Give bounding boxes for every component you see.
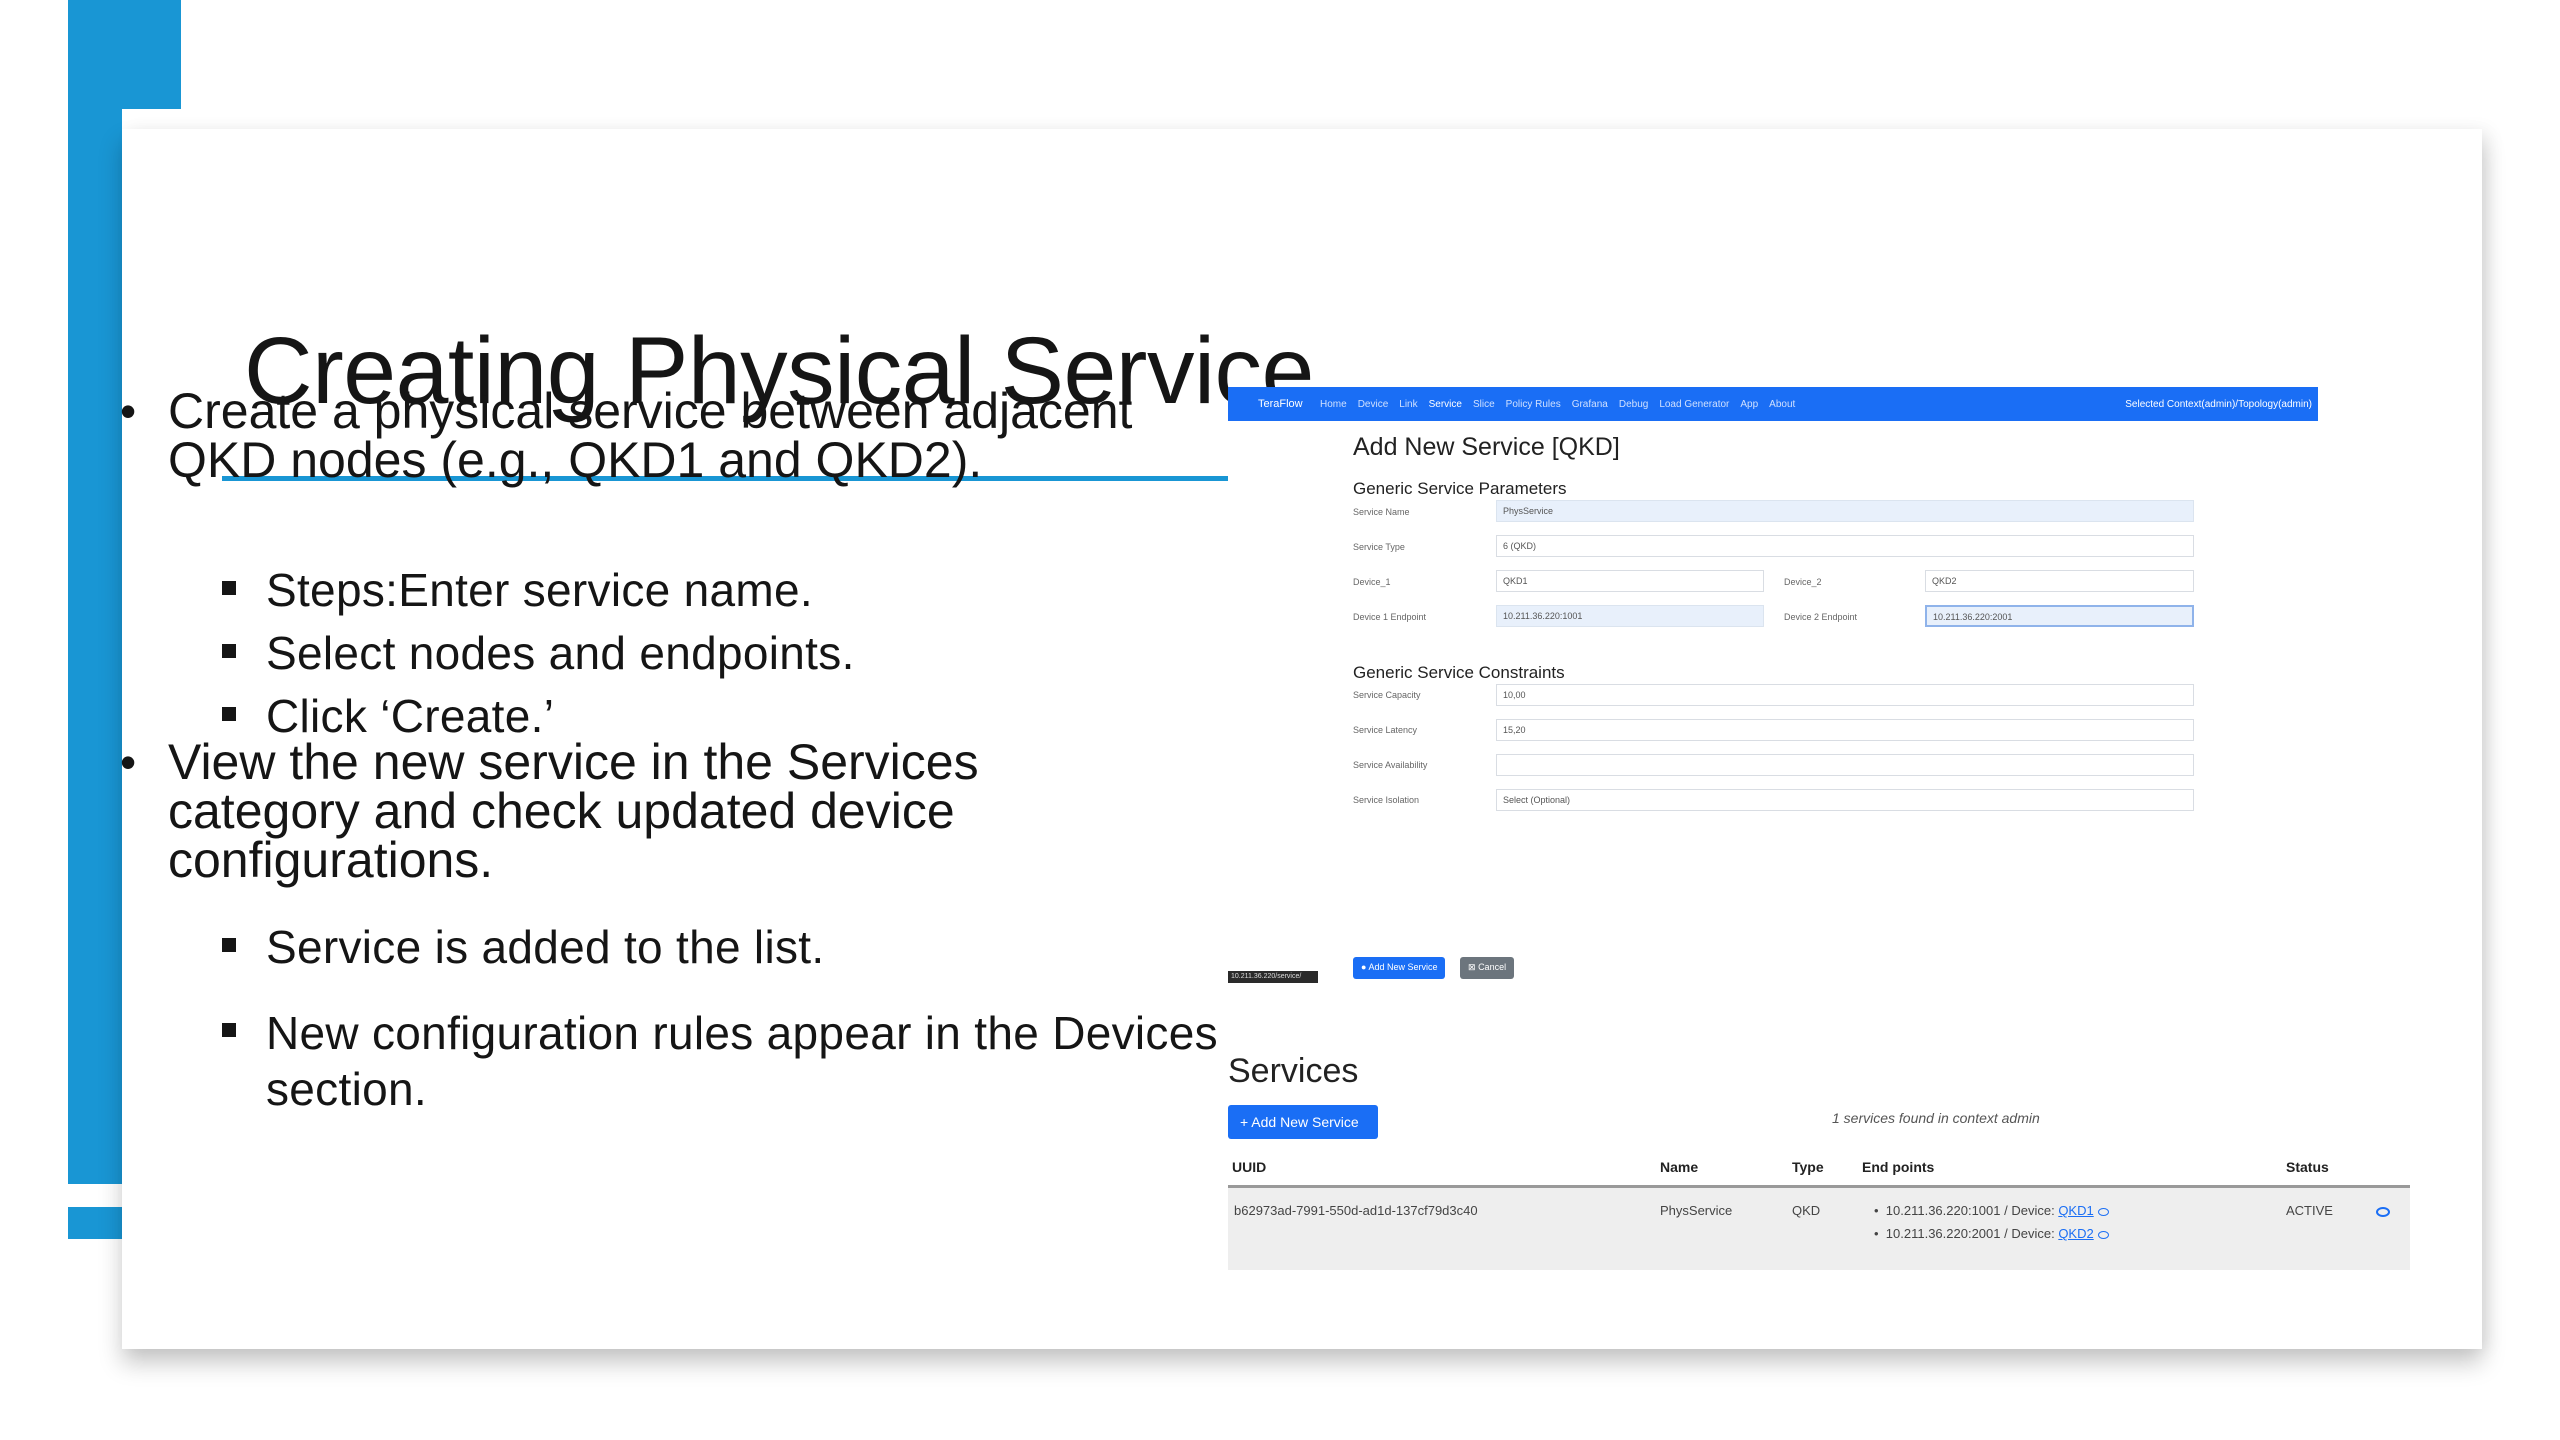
services-add-button[interactable]: + Add New Service: [1228, 1105, 1378, 1139]
device2-endpoint-label: Device 2 Endpoint: [1784, 612, 1858, 622]
device1-label: Device_1: [1353, 577, 1391, 587]
params-heading: Generic Service Parameters: [1353, 479, 1567, 498]
device1-endpoint-label: Device 1 Endpoint: [1353, 612, 1427, 622]
square-bullet-icon: [222, 1023, 236, 1037]
col-type: Type: [1792, 1159, 1824, 1175]
nav-link-device[interactable]: Device: [1358, 399, 1389, 410]
navbar-links: Home Device Link Service Slice Policy Ru…: [1320, 399, 1795, 410]
sub-bullet-text: Service is added to the list.: [266, 921, 825, 973]
row-uuid: b62973ad-7991-550d-ad1d-137cf79d3c40: [1234, 1203, 1478, 1218]
service-name-input[interactable]: PhysService: [1496, 500, 2194, 522]
square-bullet-icon: [222, 581, 236, 595]
isolation-label: Service Isolation: [1353, 795, 1420, 805]
isolation-select[interactable]: Select (Optional): [1496, 789, 2194, 811]
device-link-qkd1[interactable]: QKD1: [2058, 1203, 2093, 1218]
row-type: QKD: [1792, 1203, 1821, 1218]
device2-endpoint-select[interactable]: 10.211.36.220:2001: [1925, 605, 2194, 627]
latency-input[interactable]: 15,20: [1496, 719, 2194, 741]
device2-label: Device_2: [1784, 577, 1822, 587]
sub-bullet-text: Select nodes and endpoints.: [266, 627, 855, 679]
latency-label: Service Latency: [1353, 725, 1418, 735]
nav-link-policy-rules[interactable]: Policy Rules: [1506, 399, 1561, 410]
eye-icon[interactable]: [2097, 1207, 2109, 1216]
sub-bullet-text: Steps:Enter service name.: [266, 564, 813, 616]
sub-bullet: Steps:Enter service name.: [222, 563, 813, 617]
availability-label: Service Availability: [1353, 760, 1428, 770]
sub-bullet: Select nodes and endpoints.: [222, 626, 855, 680]
sub-bullet: Service is added to the list.: [222, 920, 825, 974]
row-name: PhysService: [1660, 1203, 1733, 1218]
form-title: Add New Service [QKD]: [1353, 433, 1620, 461]
bullet-dot: •: [120, 736, 137, 788]
nav-link-service[interactable]: Service: [1429, 399, 1462, 410]
nav-link-about[interactable]: About: [1769, 399, 1795, 410]
cancel-icon: ⊠: [1468, 962, 1476, 972]
service-type-label: Service Type: [1353, 542, 1405, 552]
col-uuid: UUID: [1232, 1159, 1267, 1175]
square-bullet-icon: [222, 644, 236, 658]
row-endpoint-2: • 10.211.36.220:2001 / Device: QKD2: [1874, 1226, 2109, 1241]
cancel-button[interactable]: ⊠ Cancel: [1460, 957, 1515, 979]
service-name-label: Service Name: [1353, 507, 1410, 517]
view-details-eye-icon[interactable]: [2376, 1207, 2390, 1217]
row-endpoint-1: • 10.211.36.220:1001 / Device: QKD1: [1874, 1203, 2109, 1218]
plus-circle-icon: ●: [1361, 962, 1367, 972]
endpoint-1-address: 10.211.36.220:1001 / Device:: [1885, 1203, 2055, 1218]
list-dot: •: [1874, 1226, 1879, 1241]
nav-link-slice[interactable]: Slice: [1473, 399, 1495, 410]
services-title: Services: [1228, 1052, 1359, 1090]
accent-bar-bottom: [68, 1207, 122, 1239]
url-status-chip: 10.211.36.220/service/: [1228, 971, 1318, 983]
nav-link-debug[interactable]: Debug: [1619, 399, 1648, 410]
square-bullet-icon: [222, 938, 236, 952]
col-name: Name: [1660, 1159, 1699, 1175]
nav-link-grafana[interactable]: Grafana: [1572, 399, 1608, 410]
add-new-service-button[interactable]: ● Add New Service: [1353, 957, 1446, 979]
nav-link-load-generator[interactable]: Load Generator: [1659, 399, 1729, 410]
nav-link-link[interactable]: Link: [1399, 399, 1417, 410]
table-row[interactable]: [1228, 1188, 2410, 1270]
device-link-qkd2[interactable]: QKD2: [2058, 1226, 2093, 1241]
cancel-label: Cancel: [1478, 962, 1507, 972]
device1-endpoint-select[interactable]: 10.211.36.220:1001: [1496, 605, 1764, 627]
row-status: ACTIVE: [2286, 1203, 2333, 1218]
square-bullet-icon: [222, 707, 236, 721]
bullet-text: Create a physical service between adjace…: [168, 383, 1133, 488]
nav-link-app[interactable]: App: [1740, 399, 1758, 410]
device2-select[interactable]: QKD2: [1925, 570, 2194, 592]
bullet-create-service: • Create a physical service between adja…: [120, 386, 1168, 485]
add-new-service-label: Add New Service: [1368, 962, 1438, 972]
availability-input[interactable]: [1496, 754, 2194, 776]
nav-link-home[interactable]: Home: [1320, 399, 1347, 410]
endpoint-2-address: 10.211.36.220:2001 / Device:: [1885, 1226, 2055, 1241]
col-status: Status: [2286, 1159, 2329, 1175]
add-service-screenshot: TeraFlow Home Device Link Service Slice …: [1228, 387, 2318, 867]
accent-bar-top: [68, 0, 181, 109]
bullet-view-service: • View the new service in the Services c…: [120, 737, 1168, 885]
sub-bullet-text: New configuration rules appear in the De…: [266, 1007, 1218, 1115]
bullet-text: View the new service in the Services cat…: [168, 734, 979, 888]
sub-bullet: New configuration rules appear in the De…: [222, 1005, 1266, 1117]
col-endpoints: End points: [1862, 1159, 1935, 1175]
constraints-heading: Generic Service Constraints: [1353, 663, 1565, 682]
capacity-input[interactable]: 10,00: [1496, 684, 2194, 706]
selected-context: Selected Context(admin)/Topology(admin): [2125, 399, 2312, 410]
capacity-label: Service Capacity: [1353, 690, 1421, 700]
list-dot: •: [1874, 1203, 1879, 1218]
navbar-brand[interactable]: TeraFlow: [1258, 398, 1303, 410]
accent-bar-left: [68, 109, 122, 1184]
navbar: TeraFlow Home Device Link Service Slice …: [1228, 387, 2318, 421]
bullet-dot: •: [120, 385, 137, 437]
services-count: 1 services found in context admin: [1832, 1110, 2040, 1126]
eye-icon[interactable]: [2097, 1230, 2109, 1239]
service-type-select[interactable]: 6 (QKD): [1496, 535, 2194, 557]
device1-select[interactable]: QKD1: [1496, 570, 1764, 592]
